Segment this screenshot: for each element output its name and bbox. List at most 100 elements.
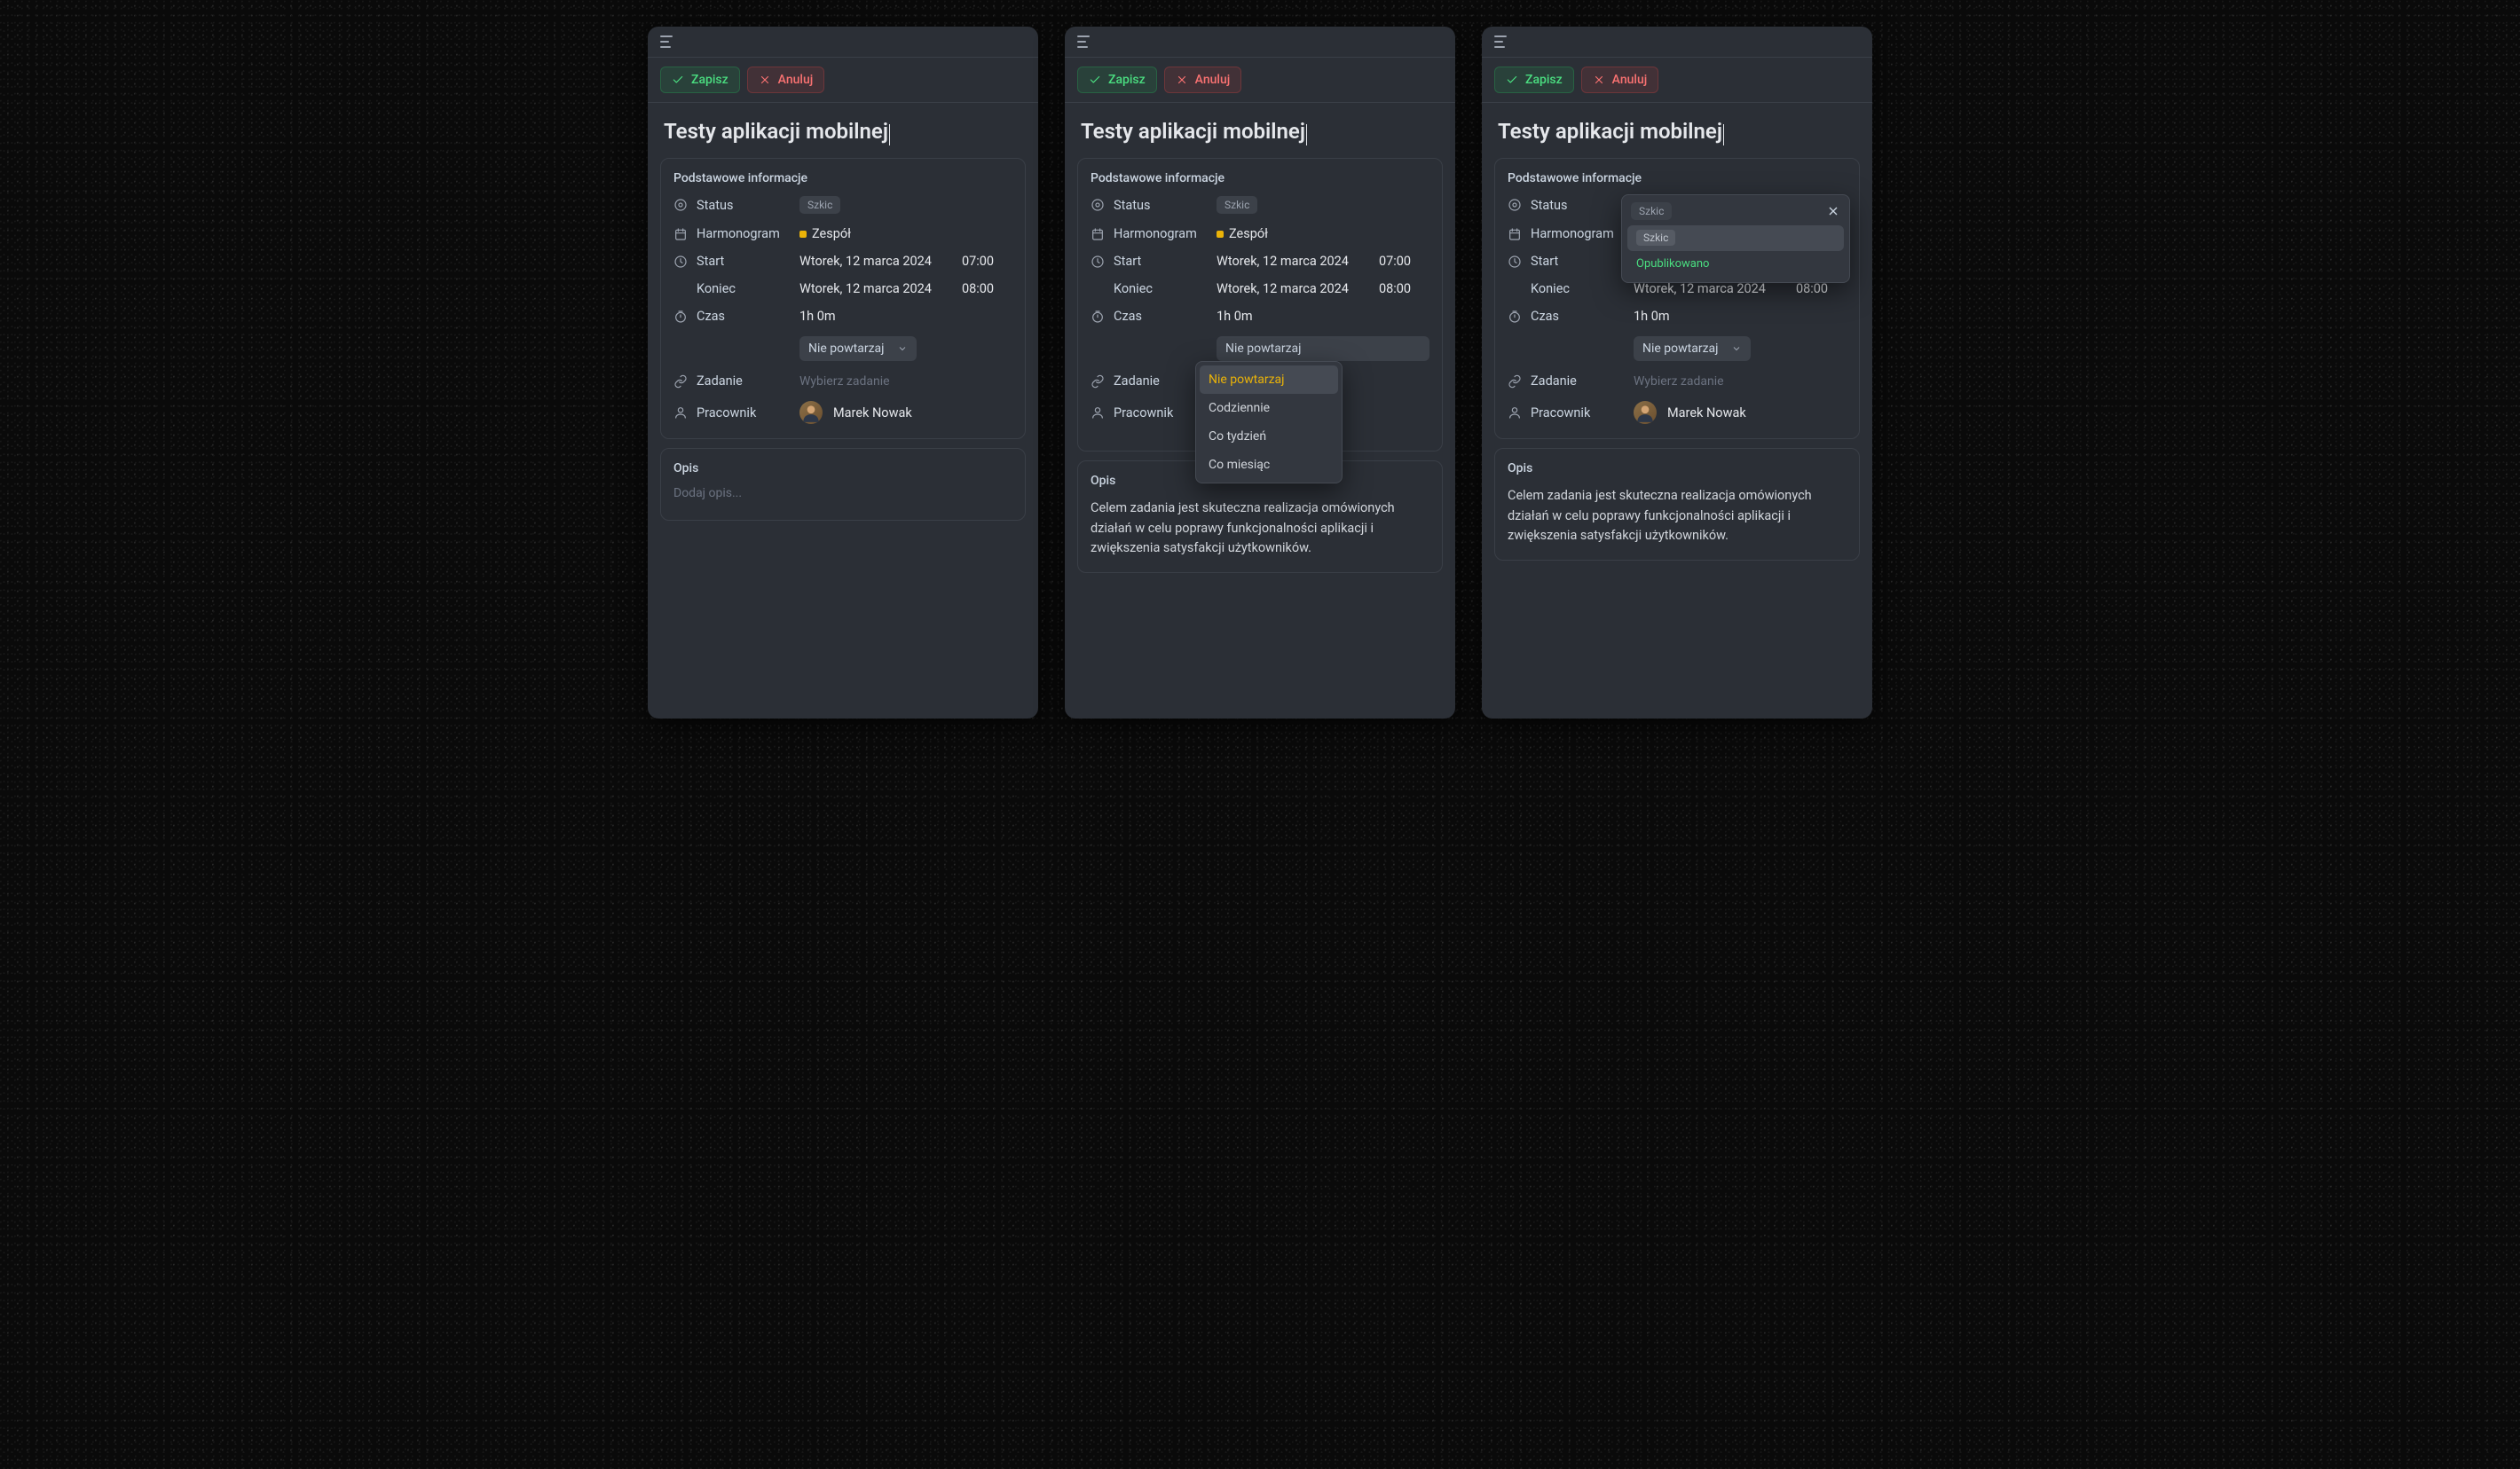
description-text[interactable]: Celem zadania jest skuteczna realizacja … [1508, 486, 1847, 546]
text-cursor [1723, 124, 1724, 145]
schedule-row: Harmonogram Zespół [1091, 226, 1429, 241]
start-row: Start Wtorek, 12 marca 2024 07:00 [673, 254, 1012, 269]
save-button[interactable]: Zapisz [1494, 67, 1574, 93]
end-time: 08:00 [962, 281, 994, 296]
link-icon [673, 374, 688, 389]
panel-header [1065, 27, 1455, 58]
duration-value: 1h 0m [1634, 309, 1847, 324]
description-input[interactable]: Dodaj opis... [673, 486, 1012, 506]
page-title: Testy aplikacji mobilnej [1498, 119, 1722, 144]
panel-header [1482, 27, 1872, 58]
repeat-value: Nie powtarzaj [1642, 342, 1719, 356]
save-label: Zapisz [1525, 73, 1563, 87]
section-title: Podstawowe informacje [1091, 171, 1429, 185]
repeat-dropdown-open[interactable]: Nie powtarzaj [1217, 336, 1429, 361]
duration-value: 1h 0m [1217, 309, 1429, 324]
check-icon [672, 74, 684, 86]
description-title: Opis [673, 461, 1012, 475]
end-row: Koniec Wtorek, 12 marca 2024 08:00 [1508, 281, 1847, 296]
end-value[interactable]: Wtorek, 12 marca 2024 08:00 [1217, 281, 1429, 296]
status-label: Status [697, 198, 733, 213]
duration-label: Czas [1531, 309, 1559, 324]
repeat-row: Nie powtarzaj [673, 336, 1012, 361]
schedule-label: Harmonogram [1531, 226, 1614, 241]
end-value[interactable]: Wtorek, 12 marca 2024 08:00 [1634, 281, 1847, 296]
save-button[interactable]: Zapisz [1077, 67, 1157, 93]
repeat-option-1[interactable]: Codziennie [1200, 394, 1338, 422]
status-value[interactable]: Szkic [1217, 196, 1429, 214]
repeat-row: Nie powtarzaj [1508, 336, 1847, 361]
repeat-dropdown[interactable]: Nie powtarzaj [799, 336, 917, 361]
duration-row: Czas 1h 0m [673, 309, 1012, 324]
schedule-value[interactable]: Zespół [799, 226, 1012, 241]
schedule-label: Harmonogram [697, 226, 780, 241]
title-area[interactable]: Testy aplikacji mobilnej [1065, 103, 1455, 154]
schedule-value[interactable]: Zespół [1217, 226, 1429, 241]
start-row: Start Wtorek, 12 marca 2024 07:00 [1091, 254, 1429, 269]
calendar-icon [673, 227, 688, 241]
cancel-button[interactable]: Anuluj [1581, 67, 1659, 93]
menu-icon[interactable] [660, 35, 674, 48]
employee-value[interactable]: Marek Nowak [799, 401, 1012, 424]
cancel-label: Anuluj [1195, 73, 1231, 87]
avatar [1634, 401, 1657, 424]
status-value[interactable]: Szkic [799, 196, 1012, 214]
close-icon [1593, 74, 1605, 86]
duration-label: Czas [1114, 309, 1142, 324]
panel-2: Zapisz Anuluj Testy aplikacji mobilnej P… [1065, 27, 1455, 719]
panel-1: Zapisz Anuluj Testy aplikacji mobilnej P… [648, 27, 1038, 719]
employee-row: Pracownik Marek Nowak [1508, 401, 1847, 424]
start-date: Wtorek, 12 marca 2024 [799, 254, 932, 269]
repeat-option-3[interactable]: Co miesiąc [1200, 451, 1338, 479]
check-icon [1506, 74, 1518, 86]
toolbar: Zapisz Anuluj [648, 58, 1038, 103]
timer-icon [1508, 310, 1522, 324]
employee-value[interactable]: Marek Nowak [1634, 401, 1847, 424]
cancel-label: Anuluj [778, 73, 814, 87]
menu-icon[interactable] [1077, 35, 1091, 48]
task-value[interactable]: Wybierz zadanie [1634, 374, 1847, 389]
team-name: Zespół [812, 226, 851, 241]
end-row: Koniec Wtorek, 12 marca 2024 08:00 [673, 281, 1012, 296]
start-value[interactable]: Wtorek, 12 marca 2024 07:00 [799, 254, 1012, 269]
end-date: Wtorek, 12 marca 2024 [1634, 281, 1766, 296]
title-area[interactable]: Testy aplikacji mobilnej [648, 103, 1038, 154]
save-button[interactable]: Zapisz [660, 67, 740, 93]
status-row: Status Szkic Szkic Szkic Opublikowano [1508, 196, 1847, 214]
toolbar: Zapisz Anuluj [1482, 58, 1872, 103]
page-title: Testy aplikacji mobilnej [1081, 119, 1305, 144]
status-icon [1091, 198, 1105, 212]
task-value[interactable]: Wybierz zadanie [799, 374, 1012, 389]
timer-icon [1091, 310, 1105, 324]
end-value[interactable]: Wtorek, 12 marca 2024 08:00 [799, 281, 1012, 296]
task-label: Zadanie [1114, 373, 1160, 389]
cancel-label: Anuluj [1612, 73, 1648, 87]
description-title: Opis [1508, 461, 1847, 475]
text-cursor [889, 124, 890, 145]
person-icon [1508, 405, 1522, 420]
cancel-button[interactable]: Anuluj [1164, 67, 1242, 93]
repeat-popover: Nie powtarzaj Codziennie Co tydzień Co m… [1195, 361, 1343, 483]
menu-icon[interactable] [1494, 35, 1508, 48]
cancel-button[interactable]: Anuluj [747, 67, 825, 93]
basic-info-section: Podstawowe informacje Status Szkic Szkic… [1494, 158, 1860, 439]
status-icon [673, 198, 688, 212]
description-text[interactable]: Celem zadania jest skuteczna realizacja … [1091, 499, 1429, 558]
status-badge: Szkic [1217, 196, 1257, 214]
timer-icon [673, 310, 688, 324]
status-option-published[interactable]: Opublikowano [1627, 251, 1844, 277]
repeat-option-2[interactable]: Co tydzień [1200, 422, 1338, 451]
close-icon[interactable] [1826, 204, 1840, 218]
repeat-dropdown[interactable]: Nie powtarzaj [1634, 336, 1751, 361]
start-value[interactable]: Wtorek, 12 marca 2024 07:00 [1217, 254, 1429, 269]
repeat-option-0[interactable]: Nie powtarzaj [1200, 365, 1338, 394]
clock-icon [673, 255, 688, 269]
employee-name: Marek Nowak [833, 405, 912, 420]
start-time: 07:00 [1379, 254, 1411, 269]
status-badge: Szkic [799, 196, 840, 214]
title-area[interactable]: Testy aplikacji mobilnej [1482, 103, 1872, 154]
status-option-draft[interactable]: Szkic [1627, 225, 1844, 251]
chevron-down-icon [1731, 343, 1742, 354]
end-date: Wtorek, 12 marca 2024 [1217, 281, 1349, 296]
calendar-icon [1091, 227, 1105, 241]
